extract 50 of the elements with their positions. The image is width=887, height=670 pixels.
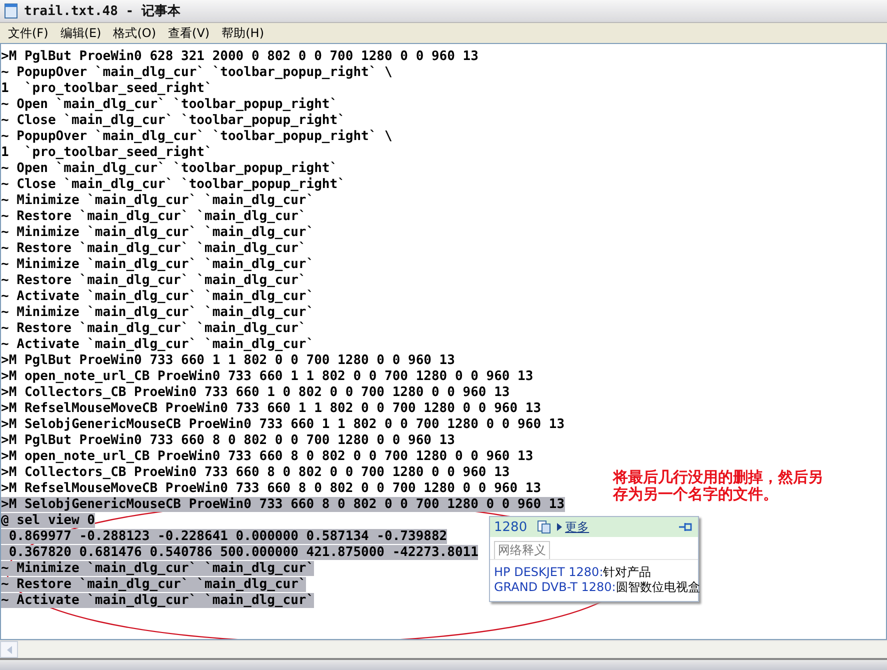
text-line: >M open_note_url_CB ProeWin0 733 660 1 1 802 0 0 700 1280 0 0 960 13 bbox=[1, 369, 534, 384]
text-line: ~ Minimize `main_dlg_cur` `main_dlg_cur` bbox=[1, 257, 314, 272]
text-line: ~ Restore `main_dlg_cur` `main_dlg_cur` bbox=[1, 321, 306, 336]
menu-item[interactable]: 查看(V) bbox=[162, 24, 216, 42]
text-line: ~ Restore `main_dlg_cur` `main_dlg_cur` bbox=[1, 241, 306, 256]
text-line: ~ Open `main_dlg_cur` `toolbar_popup_right` bbox=[1, 97, 338, 112]
text-line: ~ Restore `main_dlg_cur` `main_dlg_cur` bbox=[1, 209, 306, 224]
entry-term[interactable]: HP DESKJET 1280: bbox=[494, 565, 604, 579]
text-line: >M Collectors_CB ProeWin0 733 660 1 0 802 0 0 700 1280 0 0 960 13 bbox=[1, 385, 510, 400]
text-line: >M open_note_url_CB ProeWin0 733 660 8 0 802 0 0 700 1280 0 0 960 13 bbox=[1, 449, 534, 464]
popup-word: 1280 bbox=[494, 520, 528, 534]
menu-item[interactable]: 格式(O) bbox=[107, 24, 162, 42]
text-line: ~ PopupOver `main_dlg_cur` `toolbar_popup_right` \ bbox=[1, 129, 392, 144]
more-link[interactable]: 更多 bbox=[565, 518, 590, 536]
window-title: trail.txt.48 - 记事本 bbox=[24, 3, 180, 20]
text-line: ~ Minimize `main_dlg_cur` `main_dlg_cur` bbox=[1, 225, 314, 240]
text-line: ~ Minimize `main_dlg_cur` `main_dlg_cur` bbox=[1, 305, 314, 320]
text-line: ~ Minimize `main_dlg_cur` `main_dlg_cur` bbox=[1, 193, 314, 208]
text-line: >M SelobjGenericMouseCB ProeWin0 733 660 1 1 802 0 0 700 1280 0 0 960 13 bbox=[1, 417, 565, 432]
text-line: ~ Close `main_dlg_cur` `toolbar_popup_right` bbox=[1, 113, 346, 128]
popup-tab[interactable]: 网络释义 bbox=[494, 541, 550, 559]
left-arrow-icon bbox=[6, 646, 12, 654]
text-line: >M Collectors_CB ProeWin0 733 660 8 0 802 0 0 700 1280 0 0 960 13 bbox=[1, 465, 510, 480]
text-area[interactable] bbox=[0, 43, 887, 640]
text-line: ~ Close `main_dlg_cur` `toolbar_popup_right` bbox=[1, 177, 346, 192]
horizontal-scrollbar[interactable] bbox=[0, 640, 887, 658]
pin-icon[interactable] bbox=[678, 521, 694, 533]
text-line: ~ Activate `main_dlg_cur` `main_dlg_cur` bbox=[1, 337, 314, 352]
text-line: >M PglBut ProeWin0 733 660 1 1 802 0 0 700 1280 0 0 960 13 bbox=[1, 353, 455, 368]
annotation-text: 将最后几行没用的删掉，然后另 bbox=[613, 469, 823, 486]
text-line: >M PglBut ProeWin0 628 321 2000 0 802 0 0 700 1280 0 0 960 13 bbox=[1, 49, 478, 64]
entry-term[interactable]: GRAND DVB-T 1280: bbox=[494, 580, 616, 594]
menu-item[interactable]: 文件(F) bbox=[2, 24, 54, 42]
text-line: ~ Open `main_dlg_cur` `toolbar_popup_right` bbox=[1, 161, 338, 176]
notepad-icon bbox=[4, 3, 18, 19]
entry-meaning: 圆智数位电视盒 bbox=[616, 580, 700, 594]
text-line: >M PglBut ProeWin0 733 660 8 0 802 0 0 700 1280 0 0 960 13 bbox=[1, 433, 455, 448]
annotation-text: 存为另一个名字的文件。 bbox=[613, 486, 779, 503]
text-line: ~ Activate `main_dlg_cur` `main_dlg_cur` bbox=[1, 289, 314, 304]
menu-item[interactable]: 帮助(H) bbox=[216, 24, 270, 42]
arrow-icon bbox=[557, 523, 562, 531]
menu-item[interactable]: 编辑(E) bbox=[54, 24, 108, 42]
entry-meaning: 针对产品 bbox=[603, 565, 652, 579]
text-line: >M RefselMouseMoveCB ProeWin0 733 660 1 1 802 0 0 700 1280 0 0 960 13 bbox=[1, 401, 542, 416]
text-line: 1 `pro_toolbar_seed_right` bbox=[1, 145, 212, 160]
text-line: >M RefselMouseMoveCB ProeWin0 733 660 8 0 802 0 0 700 1280 0 0 960 13 bbox=[1, 481, 542, 496]
text-line: ~ Restore `main_dlg_cur` `main_dlg_cur` bbox=[1, 273, 306, 288]
text-line: ~ PopupOver `main_dlg_cur` `toolbar_popup_right` \ bbox=[1, 65, 392, 80]
text-line: 1 `pro_toolbar_seed_right` bbox=[1, 81, 212, 96]
copy-icon[interactable] bbox=[537, 520, 552, 534]
